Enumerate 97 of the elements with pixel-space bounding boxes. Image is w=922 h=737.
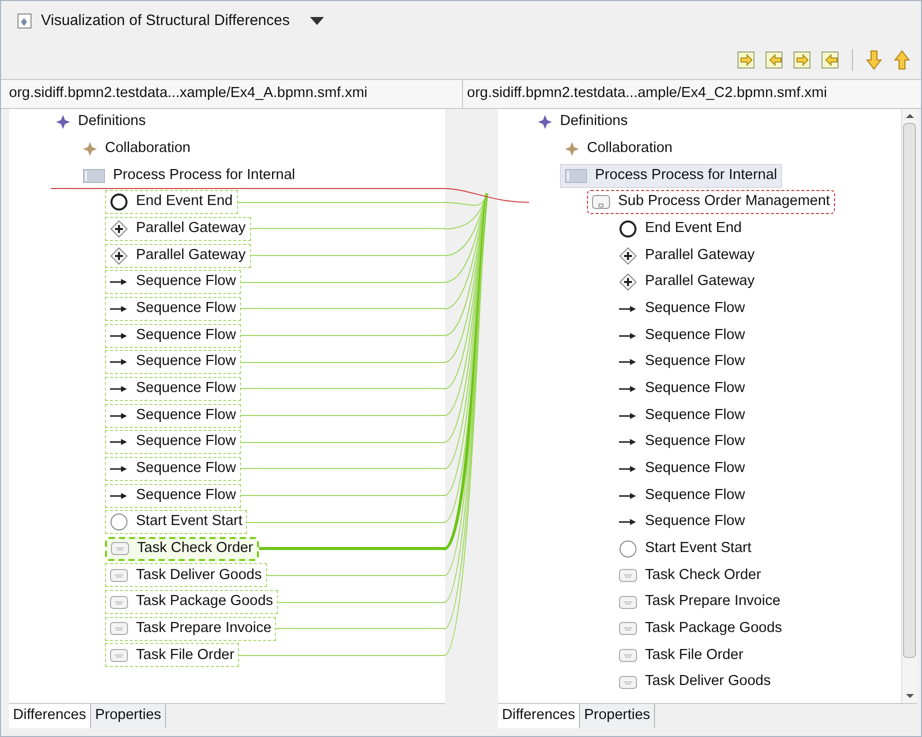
file-header: org.sidiff.bpmn2.testdata...ample/Ex4_C2.bpmn.smf.xmi [466,84,828,104]
tree-item[interactable]: Process Process for Internal [560,164,782,188]
diamond-plus-icon [619,273,637,292]
arrow-icon [619,518,637,526]
tree-item[interactable]: Task Package Goods [614,616,788,641]
tree-item[interactable]: Sequence Flow [105,484,241,508]
tree-item[interactable]: Sequence Flow [614,456,750,481]
task-icon [619,648,637,662]
tree-item[interactable]: Sequence Flow [105,404,241,428]
star-icon [83,142,97,156]
circle-icon [619,220,637,238]
arrow-icon [110,464,128,473]
task-icon [619,568,637,582]
tree-item[interactable]: Sequence Flow [105,376,241,401]
tree-item[interactable]: Sequence Flow [614,404,750,428]
arrow-icon [619,384,637,393]
tree-item[interactable]: Sequence Flow [105,324,241,348]
tree-item[interactable]: Start Event Start [614,536,756,561]
arrow-icon [110,438,128,446]
tree-item[interactable]: Task Check Order [105,536,260,561]
tree-item[interactable]: Task Deliver Goods [614,670,776,694]
tree-item[interactable]: Collaboration [560,136,678,161]
arrow-icon [619,464,637,473]
circle-icon [110,513,128,532]
arrow-icon [110,492,128,500]
tree-item[interactable]: End Event End [105,190,238,214]
arrow-icon [110,358,128,366]
tree-item[interactable]: Parallel Gateway [614,244,760,268]
arrow-icon [110,332,128,340]
panel-tab[interactable]: Differences [9,704,92,728]
tree-item[interactable]: Sequence Flow [614,350,750,374]
task-icon [110,596,128,609]
task-icon [619,596,637,609]
tree-item[interactable]: Start Event Start [105,510,248,534]
tree-item[interactable]: Task Prepare Invoice [614,590,786,614]
tree-item[interactable]: Task Deliver Goods [105,563,267,588]
tree-item[interactable]: Sequence Flow [105,350,241,374]
diamond-plus-icon [110,220,128,238]
tree-item[interactable]: Sequence Flow [105,430,241,454]
tree-item[interactable]: End Event End [614,216,747,241]
tree-item[interactable]: Sequence Flow [105,456,241,481]
panel-tab[interactable]: Differences [498,704,580,728]
scrollbar[interactable] [901,109,917,703]
task-icon [619,622,637,636]
tree-item[interactable]: Sequence Flow [614,376,750,401]
circle-icon [619,540,637,558]
tree-item[interactable]: Sub Process Order Management [587,190,835,214]
arrow-icon [110,384,128,393]
arrow-icon [619,304,637,313]
tree-item[interactable]: Sequence Flow [614,324,750,348]
arrow-icon [619,332,637,340]
process-icon [83,168,105,183]
tree-item[interactable]: Sequence Flow [614,430,750,454]
arrow-icon [110,304,128,313]
view-icon [17,13,33,29]
star-icon [565,142,579,156]
arrow-icon [619,412,637,420]
tree-item[interactable]: Sequence Flow [105,296,241,321]
arrow-icon [110,412,128,420]
tree-item[interactable]: Sequence Flow [614,484,750,508]
tree-item[interactable]: Parallel Gateway [614,270,760,294]
star-icon [538,115,552,130]
arrow-icon [110,278,128,286]
arrow-icon [619,358,637,366]
tree-item[interactable]: Task File Order [614,643,748,668]
tree-item[interactable]: Task Prepare Invoice [105,616,276,641]
task-icon [619,676,637,689]
tree-item[interactable]: Parallel Gateway [105,216,251,241]
arrow-icon [619,492,637,500]
subprocess-icon [592,195,610,210]
task-icon [110,568,128,582]
tree-item[interactable]: Task Package Goods [105,590,278,614]
tree-item[interactable]: Process Process for Internal [78,164,300,188]
task-icon [111,542,129,556]
arrow-down-icon[interactable] [863,49,885,71]
view-title: Visualization of Structural Differences [41,10,290,31]
arrow-icon [619,438,637,446]
tree-item[interactable]: Definitions [51,110,151,134]
tree-item[interactable]: Collaboration [78,136,196,161]
arrow-up-icon[interactable] [891,49,913,71]
tree-item[interactable]: Task File Order [105,643,240,668]
diamond-plus-icon [110,246,128,265]
process-icon [565,168,587,183]
tree-item[interactable]: Sequence Flow [614,510,750,534]
task-icon [110,648,128,662]
tree-item[interactable]: Sequence Flow [614,296,750,321]
tree-item[interactable]: Parallel Gateway [105,244,251,268]
circle-icon [110,193,128,212]
tree-item[interactable]: Task Check Order [614,563,766,588]
diamond-plus-icon [619,246,637,265]
tree-item[interactable]: Definitions [533,110,633,134]
star-icon [56,115,70,130]
dropdown-icon[interactable] [310,17,324,25]
task-icon [110,622,128,636]
tree-item[interactable]: Sequence Flow [105,270,241,294]
scrollbar-thumb[interactable] [903,123,916,658]
file-header: org.sidiff.bpmn2.testdata...xample/Ex4_A.bpmn.smf.xmi [1,80,463,108]
